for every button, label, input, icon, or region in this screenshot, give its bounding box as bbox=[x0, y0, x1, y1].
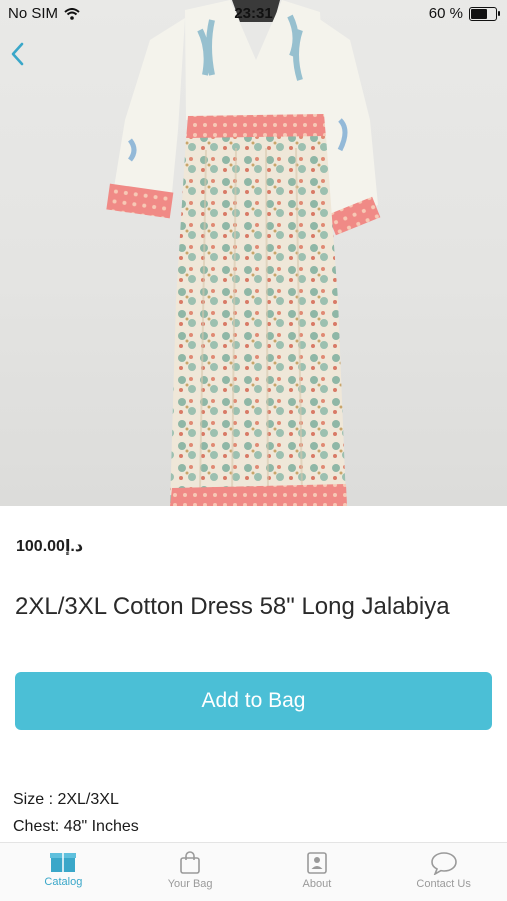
tab-bar: Catalog Your Bag About Contact Us bbox=[0, 842, 507, 901]
battery-icon bbox=[469, 6, 500, 21]
chevron-left-icon bbox=[11, 42, 24, 66]
tab-catalog[interactable]: Catalog bbox=[0, 843, 127, 901]
product-title: 2XL/3XL Cotton Dress 58" Long Jalabiya bbox=[15, 593, 450, 620]
tab-catalog-label: Catalog bbox=[44, 876, 83, 888]
add-to-bag-button[interactable]: Add to Bag bbox=[15, 672, 492, 730]
chat-bubble-icon bbox=[430, 852, 457, 875]
battery-percentage: 60 % bbox=[428, 5, 463, 22]
tab-about-label: About bbox=[302, 878, 332, 890]
catalog-box-icon bbox=[50, 853, 77, 872]
dress-illustration bbox=[106, 0, 381, 506]
back-button[interactable] bbox=[8, 40, 30, 70]
status-bar: No SIM 23:31 60 % bbox=[0, 0, 507, 28]
tab-your-bag[interactable]: Your Bag bbox=[127, 843, 254, 901]
product-details: Size : 2XL/3XL Chest: 48" Inches bbox=[13, 786, 139, 840]
person-card-icon bbox=[307, 852, 327, 874]
tab-about[interactable]: About bbox=[254, 843, 381, 901]
detail-size: Size : 2XL/3XL bbox=[13, 791, 119, 808]
product-image: No SIM 23:31 60 % bbox=[0, 0, 507, 506]
detail-chest: Chest: 48" Inches bbox=[13, 818, 139, 835]
tab-contact-us[interactable]: Contact Us bbox=[380, 843, 507, 901]
tab-your-bag-label: Your Bag bbox=[167, 878, 213, 890]
shopping-bag-icon bbox=[180, 851, 200, 874]
status-right: 60 % bbox=[428, 5, 500, 22]
tab-contact-us-label: Contact Us bbox=[416, 878, 471, 890]
product-price: د.إ100.00 bbox=[16, 538, 84, 555]
